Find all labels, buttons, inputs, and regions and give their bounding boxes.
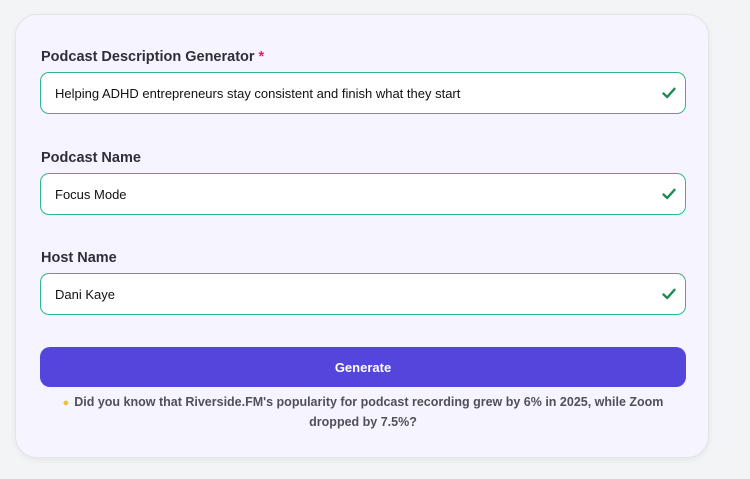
- lightbulb-icon: ●: [62, 397, 70, 409]
- description-input[interactable]: [41, 73, 641, 113]
- podcast-name-label: Podcast Name: [41, 150, 141, 166]
- host-name-field: [40, 273, 686, 315]
- tip-text: Did you know that Riverside.FM's popular…: [74, 395, 664, 429]
- host-name-input[interactable]: [41, 274, 641, 314]
- podcast-name-field: [40, 173, 686, 215]
- host-name-label: Host Name: [41, 250, 117, 266]
- podcast-name-input[interactable]: [41, 174, 641, 214]
- tip-message: ● Did you know that Riverside.FM's popula…: [56, 393, 670, 432]
- podcast-form-card: Podcast Description Generator* Podcast N…: [15, 14, 709, 458]
- check-icon: [662, 87, 676, 99]
- check-icon: [662, 288, 676, 300]
- description-field: [40, 72, 686, 114]
- required-marker: *: [258, 49, 265, 65]
- check-icon: [662, 188, 676, 200]
- description-label: Podcast Description Generator *: [41, 48, 264, 66]
- description-label-text: Podcast Description Generator: [41, 49, 255, 65]
- generate-button[interactable]: Generate: [40, 347, 686, 387]
